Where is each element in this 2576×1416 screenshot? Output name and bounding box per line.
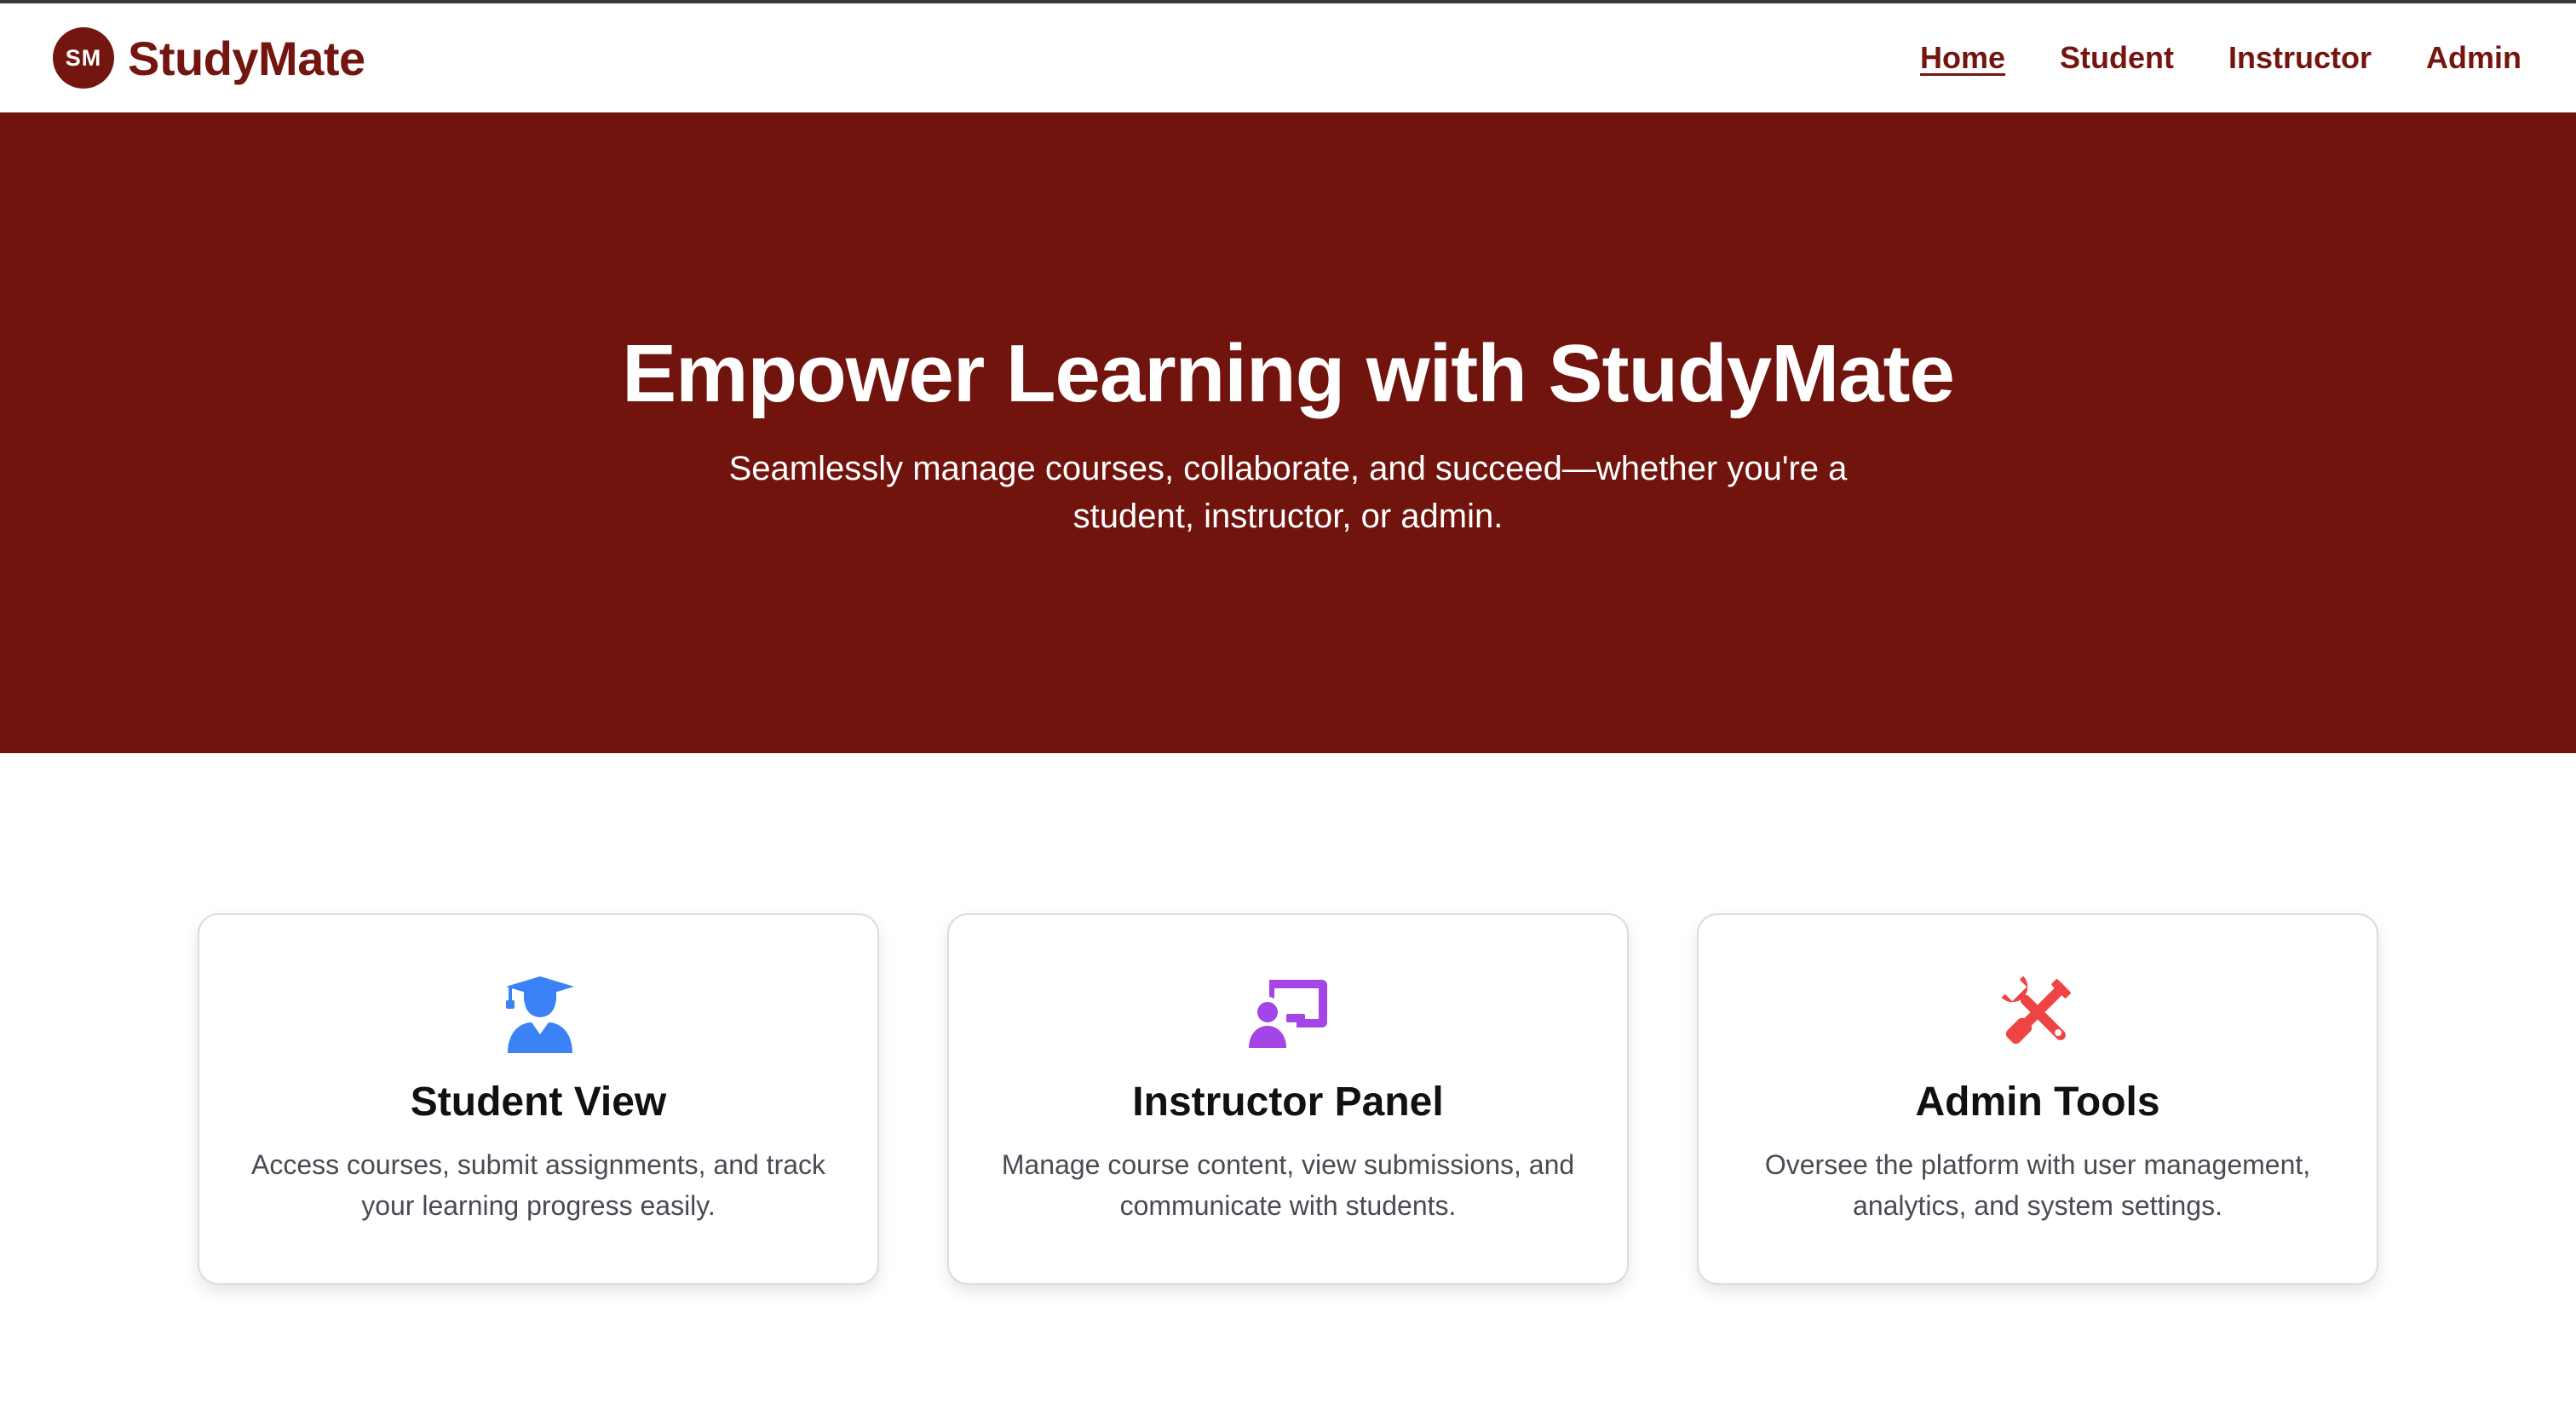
nav-link-admin[interactable]: Admin bbox=[2426, 40, 2521, 76]
hero-section: Empower Learning with StudyMate Seamless… bbox=[0, 112, 2576, 753]
card-title: Instructor Panel bbox=[1132, 1079, 1444, 1125]
nav-link-student[interactable]: Student bbox=[2060, 40, 2174, 76]
graduate-icon bbox=[506, 976, 574, 1053]
card-description: Oversee the platform with user managemen… bbox=[1764, 1149, 2311, 1221]
card-instructor-panel[interactable]: Instructor Panel Manage course content, … bbox=[947, 913, 1629, 1285]
main-nav: Home Student Instructor Admin bbox=[1866, 40, 2521, 76]
hero-title: Empower Learning with StudyMate bbox=[622, 328, 1955, 419]
navbar: SM StudyMate Home Student Instructor Adm… bbox=[0, 3, 2576, 112]
feature-cards: Student View Access courses, submit assi… bbox=[198, 913, 2378, 1285]
chalkboard-teacher-icon bbox=[1249, 980, 1327, 1048]
brand[interactable]: SM StudyMate bbox=[53, 27, 365, 89]
nav-link-instructor[interactable]: Instructor bbox=[2228, 40, 2372, 76]
brand-logo-badge: SM bbox=[53, 27, 114, 89]
card-description: Access courses, submit assignments, and … bbox=[250, 1149, 826, 1221]
tools-icon bbox=[2001, 976, 2071, 1045]
card-title: Student View bbox=[410, 1079, 667, 1125]
brand-name: StudyMate bbox=[128, 31, 365, 85]
hero-subtitle: Seamlessly manage courses, collaborate, … bbox=[728, 450, 1848, 535]
card-admin-tools[interactable]: Admin Tools Oversee the platform with us… bbox=[1697, 913, 2378, 1285]
nav-link-home[interactable]: Home bbox=[1920, 40, 2005, 76]
card-description: Manage course content, view submissions,… bbox=[1001, 1149, 1575, 1221]
card-student-view[interactable]: Student View Access courses, submit assi… bbox=[198, 913, 879, 1285]
card-title: Admin Tools bbox=[1915, 1079, 2160, 1125]
